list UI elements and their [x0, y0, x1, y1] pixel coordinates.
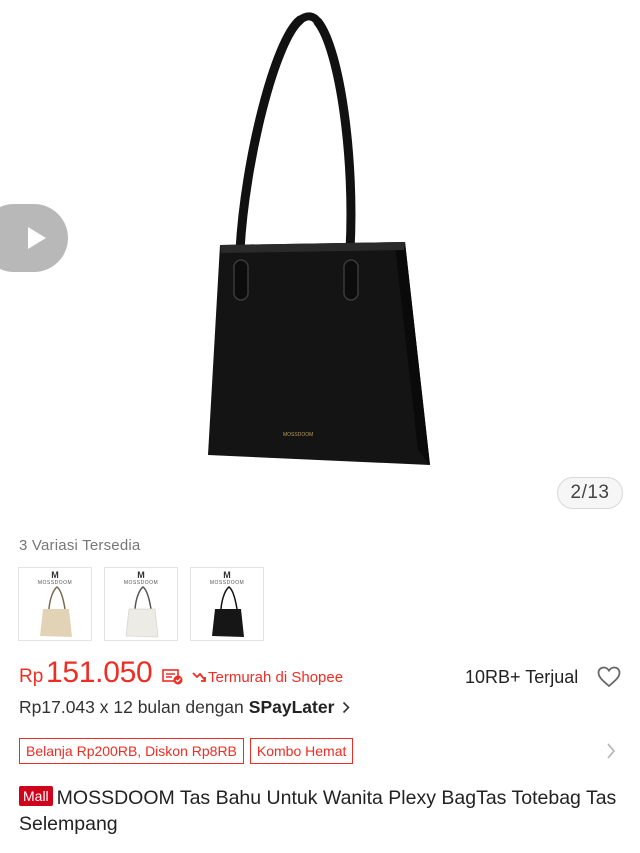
voucher-combo[interactable]: Kombo Hemat — [249, 738, 354, 764]
product-photo: MOSSDOOM — [208, 12, 430, 465]
price-row: Rp 151.050 Termurah di Shopee 10RB+ Terj… — [19, 656, 624, 696]
mall-badge: Mall — [19, 786, 53, 806]
chevron-right-icon — [343, 701, 351, 714]
play-video-button[interactable] — [0, 204, 68, 272]
brand-logo-icon: M — [223, 570, 231, 580]
variant-thumb-beige[interactable]: M MOSSDOOM — [18, 567, 92, 641]
bag-thumbnail-image — [212, 586, 244, 637]
voucher-tags[interactable]: Belanja Rp200RB, Diskon Rp8RB Kombo Hema… — [19, 738, 354, 764]
brand-logo-icon: M — [137, 570, 145, 580]
heart-icon[interactable] — [597, 666, 621, 688]
brand-logo-icon: M — [51, 570, 59, 580]
installment-row[interactable]: Rp17.043 x 12 bulan dengan SPayLater — [19, 697, 351, 718]
sold-count: 10RB+ Terjual — [465, 667, 579, 687]
chevron-right-icon[interactable] — [606, 742, 616, 760]
voucher-discount[interactable]: Belanja Rp200RB, Diskon Rp8RB — [19, 738, 244, 764]
cheapest-label: Termurah di Shopee — [208, 669, 344, 686]
bag-logo: MOSSDOOM — [283, 432, 313, 438]
variant-thumb-white[interactable]: M MOSSDOOM — [104, 567, 178, 641]
trend-down-icon — [192, 672, 206, 682]
installment-provider: SPayLater — [248, 697, 335, 717]
cod-icon — [162, 669, 183, 685]
bag-thumbnail-image — [125, 586, 159, 638]
play-icon — [28, 227, 46, 249]
image-counter: 2/13 — [557, 477, 623, 509]
bag-thumbnail-image — [40, 586, 72, 637]
variants-label: 3 Variasi Tersedia — [19, 537, 141, 554]
product-image-gallery[interactable]: MOSSDOOM 2/13 — [0, 0, 640, 530]
variant-thumb-black[interactable]: M MOSSDOOM — [190, 567, 264, 641]
installment-text: Rp17.043 x 12 bulan dengan — [19, 697, 244, 717]
price-amount: 151.050 — [46, 656, 153, 689]
variant-thumbnails: M MOSSDOOM M MOSSDOOM M MOSSDOOM — [18, 567, 264, 641]
product-title: MOSSDOOM Tas Bahu Untuk Wanita Plexy Bag… — [19, 787, 617, 835]
product-title-block: Mall MOSSDOOM Tas Bahu Untuk Wanita Plexy… — [19, 785, 619, 837]
price-currency: Rp — [19, 666, 44, 687]
